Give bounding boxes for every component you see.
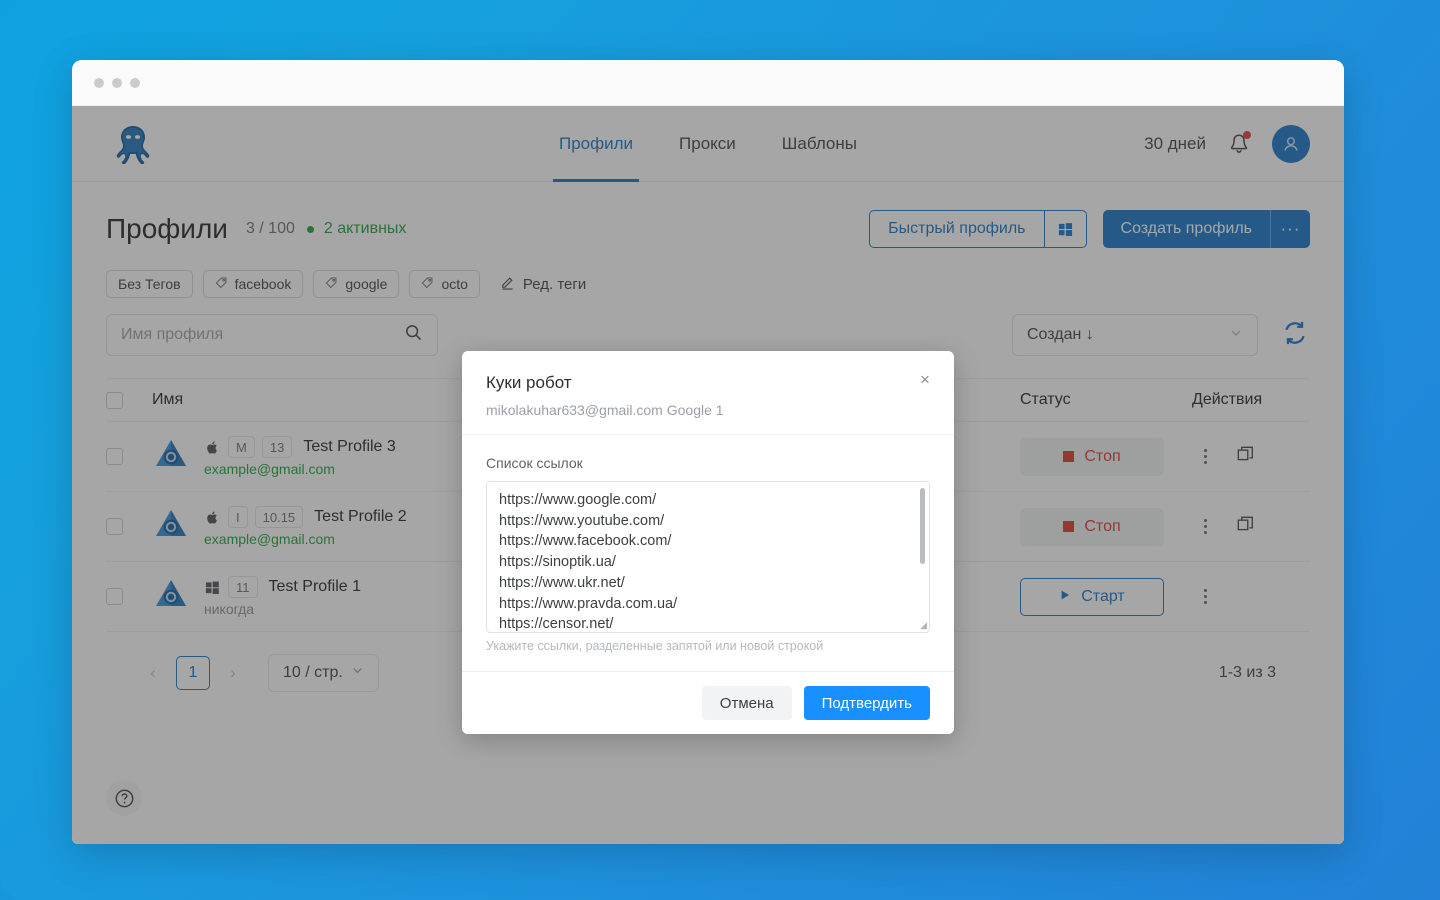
link-line: https://www.youtube.com/ — [499, 512, 665, 529]
modal-body: Список ссылок https://www.google.com/ ht… — [462, 435, 954, 671]
link-line: https://www.ukr.net/ — [499, 574, 625, 591]
link-line: https://censor.net/ — [499, 616, 614, 633]
link-line: https://www.google.com/ — [499, 492, 657, 508]
resize-handle-icon[interactable]: ◢ — [920, 620, 927, 631]
confirm-button[interactable]: Подтвердить — [803, 686, 930, 720]
links-field-label: Список ссылок — [486, 455, 583, 471]
window-titlebar — [72, 60, 1344, 106]
close-icon[interactable]: × — [916, 371, 934, 389]
cancel-button[interactable]: Отмена — [701, 686, 792, 720]
window-maximize-dot[interactable] — [130, 77, 140, 88]
textarea-scrollbar[interactable] — [920, 488, 925, 564]
modal-title: Куки робот — [486, 373, 572, 392]
window-close-dot[interactable] — [94, 77, 104, 88]
modal-footer: Отмена Подтвердить — [462, 671, 954, 734]
link-line: https://www.facebook.com/ — [499, 533, 672, 550]
window-minimize-dot[interactable] — [112, 77, 122, 88]
cookie-robot-modal: Куки робот mikolakuhar633@gmail.com Goog… — [462, 351, 954, 734]
links-textarea[interactable]: https://www.google.com/ https://www.yout… — [486, 481, 930, 633]
link-line: https://sinoptik.ua/ — [499, 554, 616, 571]
modal-subtitle: mikolakuhar633@gmail.com Google 1 — [486, 402, 724, 418]
links-field-hint: Укажите ссылки, разделенные запятой или … — [486, 639, 824, 653]
modal-header: Куки робот mikolakuhar633@gmail.com Goog… — [462, 351, 954, 435]
app-window: Профили Прокси Шаблоны 30 дней Профили 3… — [72, 60, 1344, 844]
app-content: Профили Прокси Шаблоны 30 дней Профили 3… — [72, 106, 1344, 844]
link-line: https://www.pravda.com.ua/ — [499, 595, 678, 612]
